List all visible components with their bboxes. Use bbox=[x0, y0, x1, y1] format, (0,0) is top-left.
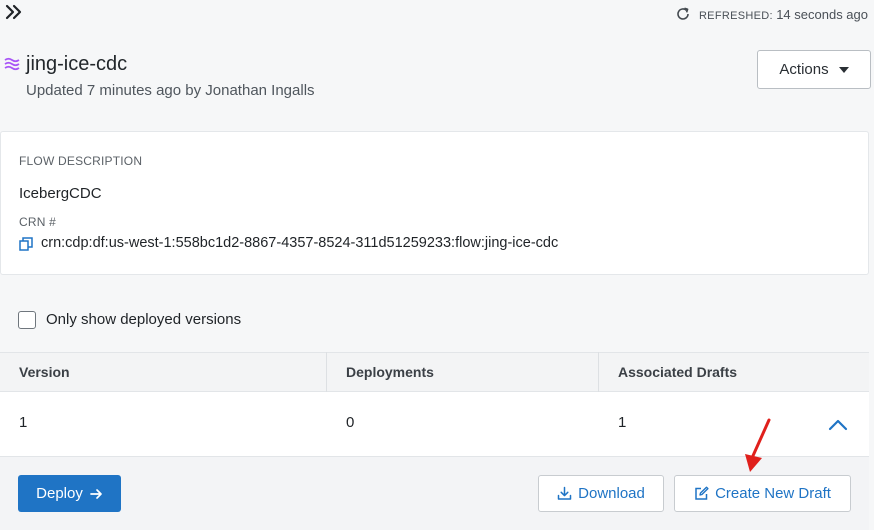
download-button[interactable]: Download bbox=[538, 475, 664, 512]
actions-dropdown[interactable]: Actions bbox=[757, 50, 871, 89]
create-new-draft-button[interactable]: Create New Draft bbox=[674, 475, 851, 512]
versions-table-header bbox=[0, 352, 869, 392]
flow-icon bbox=[4, 56, 20, 72]
only-deployed-label[interactable]: Only show deployed versions bbox=[46, 311, 241, 328]
description-label: FLOW DESCRIPTION bbox=[19, 154, 143, 168]
only-deployed-checkbox[interactable] bbox=[18, 311, 36, 329]
column-divider bbox=[326, 352, 327, 392]
download-icon bbox=[557, 486, 572, 500]
refresh-status: REFRESHED: 14 seconds ago bbox=[675, 6, 868, 22]
cell-associated-drafts: 1 bbox=[618, 414, 627, 431]
create-draft-label: Create New Draft bbox=[715, 485, 831, 502]
flow-updated: Updated 7 minutes ago by Jonathan Ingall… bbox=[26, 82, 315, 99]
cell-deployments: 0 bbox=[346, 414, 355, 431]
table-row[interactable] bbox=[0, 392, 869, 456]
caret-down-icon bbox=[838, 66, 849, 73]
refresh-value: 14 seconds ago bbox=[776, 6, 868, 22]
deploy-label: Deploy bbox=[36, 485, 83, 502]
actions-label: Actions bbox=[779, 61, 829, 78]
arrow-right-icon bbox=[89, 488, 102, 499]
expand-sidebar-icon[interactable] bbox=[4, 2, 24, 22]
chevron-up-icon[interactable] bbox=[828, 418, 848, 431]
download-label: Download bbox=[578, 485, 645, 502]
annotation-arrow-icon bbox=[742, 418, 776, 474]
crn-label: CRN # bbox=[19, 215, 57, 229]
column-divider bbox=[598, 352, 599, 392]
column-header-deployments[interactable]: Deployments bbox=[346, 364, 434, 380]
description-value: IcebergCDC bbox=[19, 185, 102, 202]
column-header-version[interactable]: Version bbox=[19, 364, 70, 380]
flow-details-card bbox=[0, 131, 869, 275]
deploy-button[interactable]: Deploy bbox=[18, 475, 121, 512]
refresh-label: REFRESHED: 14 seconds ago bbox=[698, 6, 868, 22]
edit-icon bbox=[695, 486, 709, 500]
flow-title: jing-ice-cdc bbox=[26, 53, 128, 75]
copy-icon[interactable] bbox=[19, 237, 33, 251]
crn-value: crn:cdp:df:us-west-1:558bc1d2-8867-4357-… bbox=[41, 235, 559, 251]
column-header-associated-drafts[interactable]: Associated Drafts bbox=[618, 364, 737, 380]
refresh-icon[interactable] bbox=[675, 6, 691, 22]
cell-version: 1 bbox=[19, 414, 28, 431]
